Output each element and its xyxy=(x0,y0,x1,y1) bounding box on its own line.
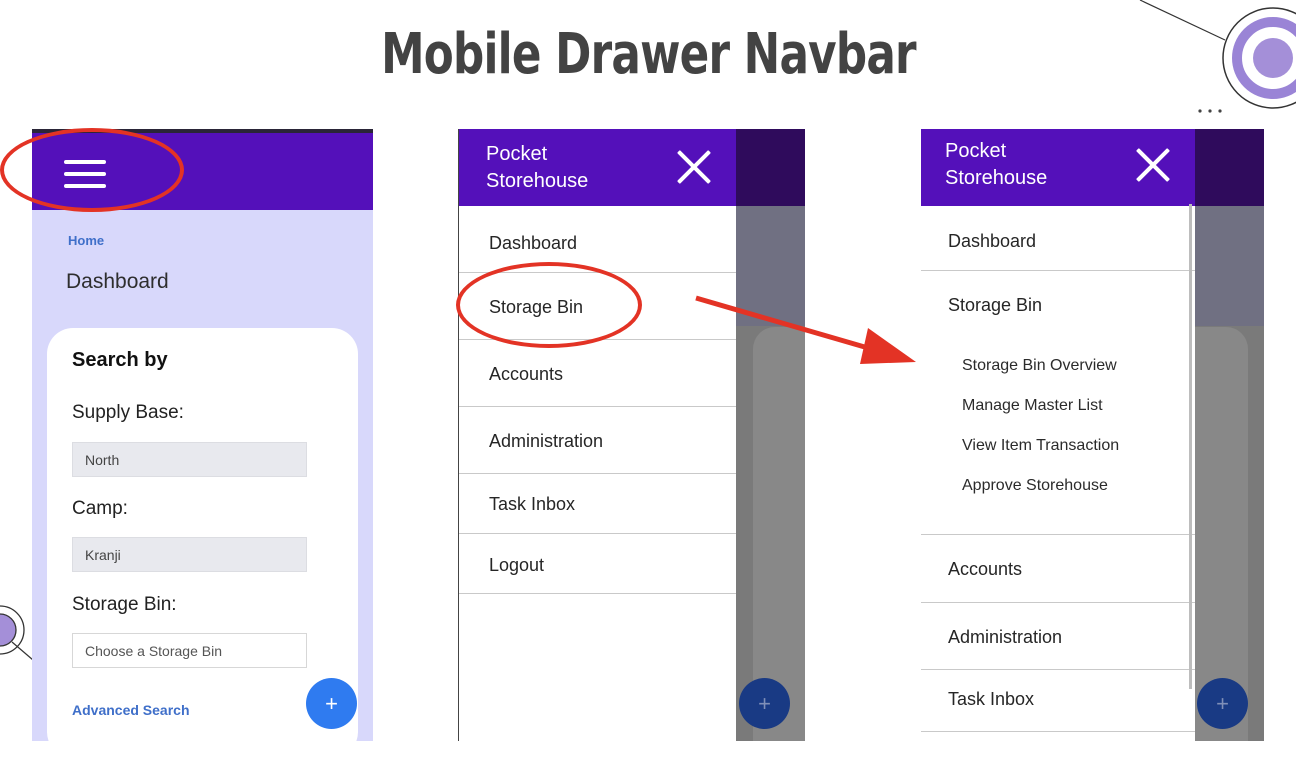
drawer-screen-expanded: + Pocket Storehouse Dashboard Storage Bi… xyxy=(921,129,1264,741)
nav-item-dashboard[interactable]: Dashboard xyxy=(459,206,736,273)
nav-item-dashboard[interactable]: Dashboard xyxy=(921,204,1195,271)
page-title: Dashboard xyxy=(66,270,169,293)
sub-item-storage-bin-overview[interactable]: Storage Bin Overview xyxy=(962,357,1117,375)
nav-item-task-inbox[interactable]: Task Inbox xyxy=(459,474,736,534)
brand-name: Pocket Storehouse xyxy=(486,143,589,192)
annotation-highlight xyxy=(456,262,642,348)
nav-item-task-inbox[interactable]: Task Inbox xyxy=(921,670,1195,732)
drawer-screen-collapsed: + Pocket Storehouse Dashboard Storage Bi… xyxy=(458,129,805,741)
camp-label: Camp: xyxy=(72,498,128,519)
drawer-header: Pocket Storehouse xyxy=(921,129,1195,206)
add-fab-button: + xyxy=(1197,678,1248,729)
decorative-circle-icon xyxy=(0,605,34,661)
nav-item-logout[interactable]: Logout xyxy=(459,534,736,594)
nav-item-administration[interactable]: Administration xyxy=(459,407,736,474)
supply-base-field[interactable]: North xyxy=(72,442,307,477)
slide-title: Mobile Drawer Navbar xyxy=(381,22,916,87)
search-card-title: Search by xyxy=(72,349,168,371)
search-card: Search by Supply Base: North Camp: Kranj… xyxy=(47,328,358,741)
nav-drawer: Pocket Storehouse Dashboard Storage Bin … xyxy=(921,129,1195,741)
storage-bin-select[interactable]: Choose a Storage Bin xyxy=(72,633,307,668)
camp-field[interactable]: Kranji xyxy=(72,537,307,572)
main-screen: Home Dashboard Search by Supply Base: No… xyxy=(32,129,373,741)
nav-item-administration[interactable]: Administration xyxy=(921,603,1195,670)
drawer-header: Pocket Storehouse xyxy=(459,129,736,206)
drawer-scrollbar[interactable] xyxy=(1189,204,1192,689)
nav-drawer: Pocket Storehouse Dashboard Storage Bin … xyxy=(458,129,736,741)
close-icon[interactable] xyxy=(676,149,712,185)
close-icon[interactable] xyxy=(1135,147,1171,183)
arrow-right-icon xyxy=(695,295,916,364)
annotation-highlight xyxy=(0,128,184,212)
sub-item-view-item-transaction[interactable]: View Item Transaction xyxy=(962,437,1119,455)
decorative-circle-icon xyxy=(1139,0,1296,113)
brand-name: Pocket Storehouse xyxy=(945,140,1048,189)
supply-base-label: Supply Base: xyxy=(72,402,184,423)
add-fab-button: + xyxy=(739,678,790,729)
breadcrumb[interactable]: Home xyxy=(68,233,104,248)
sub-item-manage-master-list[interactable]: Manage Master List xyxy=(962,397,1103,415)
advanced-search-link[interactable]: Advanced Search xyxy=(72,702,190,718)
nav-item-accounts[interactable]: Accounts xyxy=(921,535,1195,603)
add-fab-button[interactable]: + xyxy=(306,678,357,729)
storage-bin-label: Storage Bin: xyxy=(72,594,177,615)
sub-item-approve-storehouse[interactable]: Approve Storehouse xyxy=(962,477,1108,495)
